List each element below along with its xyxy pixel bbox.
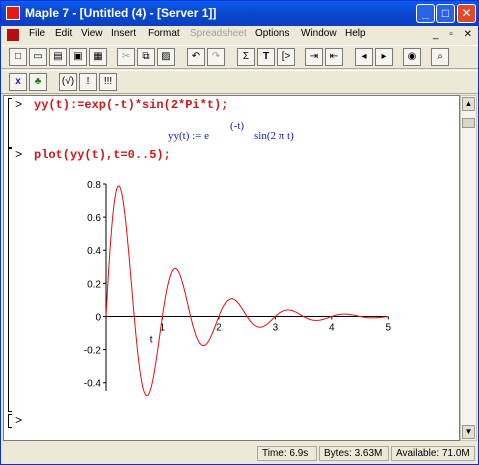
print-icon[interactable]: ▦ [89, 48, 107, 66]
minimize-button[interactable]: _ [416, 4, 435, 23]
text-T-icon[interactable]: T [257, 48, 275, 66]
scroll-thumb[interactable] [462, 118, 475, 128]
insert-region-icon[interactable]: [> [277, 48, 295, 66]
menu-spreadsheet[interactable]: Spreadsheet [190, 28, 247, 39]
group-bracket-1[interactable] [8, 98, 12, 148]
plot-region[interactable]: 0.80.60.40.20-0.2-0.41 2 3 4 5t [64, 176, 394, 396]
open-url-icon[interactable]: ▤ [49, 48, 67, 66]
menu-file[interactable]: File [29, 28, 45, 39]
prompt-1: > [15, 98, 23, 112]
stop-icon[interactable]: ◉ [403, 48, 421, 66]
close-button[interactable]: ✕ [457, 4, 476, 23]
y-tick-label: 0 [95, 312, 101, 323]
menu-window[interactable]: Window [301, 28, 337, 39]
menu-help[interactable]: Help [345, 28, 366, 39]
menu-insert[interactable]: Insert [111, 28, 136, 39]
menu-format[interactable]: Format [148, 28, 180, 39]
y-tick-label: 0.4 [87, 246, 101, 257]
new-icon[interactable]: □ [9, 48, 27, 66]
y-tick-label: 0.6 [87, 213, 101, 224]
open-icon[interactable]: ▭ [29, 48, 47, 66]
menu-bar: File Edit View Insert Format Spreadsheet… [1, 26, 478, 44]
sigma-icon[interactable]: Σ [237, 48, 255, 66]
x-tick-label: 3 [273, 322, 279, 333]
mdi-minimize-icon[interactable]: _ [433, 29, 439, 40]
math-mode-icon[interactable]: x [9, 73, 27, 91]
group-bracket-3[interactable] [8, 414, 12, 428]
back-icon[interactable]: ◂ [355, 48, 373, 66]
prompt-2: > [15, 148, 23, 162]
maple-leaf-icon[interactable]: ♣ [29, 73, 47, 91]
undo-icon[interactable]: ↶ [187, 48, 205, 66]
x-tick-label: 5 [385, 322, 391, 333]
vertical-scrollbar[interactable]: ▲ ▼ [460, 95, 477, 441]
execute-all-icon[interactable]: !!! [99, 73, 117, 91]
mdi-restore-icon[interactable]: ▫ [449, 29, 453, 40]
maximize-button[interactable]: □ [436, 4, 455, 23]
status-bytes: Bytes: 3.63M [319, 446, 389, 461]
zoom-icon[interactable]: ⌕ [431, 48, 449, 66]
status-bar: Time: 6.9s Bytes: 3.63M Available: 71.0M [1, 443, 478, 464]
sqrt-toggle-icon[interactable]: (√) [59, 73, 77, 91]
menu-view[interactable]: View [81, 28, 103, 39]
window-title: Maple 7 - [Untitled (4) - [Server 1]] [25, 6, 217, 20]
x-tick-label: 4 [329, 322, 335, 333]
status-available: Available: 71.0M [391, 446, 475, 461]
y-tick-label: 0.2 [87, 279, 101, 290]
scroll-down-icon[interactable]: ▼ [462, 425, 475, 439]
scroll-up-icon[interactable]: ▲ [462, 97, 475, 111]
copy-icon[interactable]: ⧉ [137, 48, 155, 66]
input-line-1[interactable]: yy(t):=exp(-t)*sin(2*Pi*t); [34, 98, 228, 112]
group-bracket-2[interactable] [8, 148, 12, 412]
output-rhs: sin(2 π t) [254, 130, 294, 142]
cut-icon[interactable]: ✂ [117, 48, 135, 66]
status-time: Time: 6.9s [257, 446, 317, 461]
y-tick-label: -0.2 [84, 346, 102, 357]
main-toolbar: □ ▭ ▤ ▣ ▦ ✂ ⧉ ▨ ↶ ↷ Σ T [> ⇥ ⇤ ◂ ▸ ◉ ⌕ [1, 45, 478, 69]
save-icon[interactable]: ▣ [69, 48, 87, 66]
plot-curve [105, 185, 389, 396]
y-tick-label: 0.8 [87, 180, 101, 191]
output-exponent: (-t) [230, 120, 245, 132]
maple-window: Maple 7 - [Untitled (4) - [Server 1]] _ … [0, 0, 479, 465]
y-tick-label: -0.4 [84, 379, 102, 390]
redo-icon[interactable]: ↷ [207, 48, 225, 66]
title-bar[interactable]: Maple 7 - [Untitled (4) - [Server 1]] _ … [1, 1, 478, 26]
forward-icon[interactable]: ▸ [375, 48, 393, 66]
input-line-2[interactable]: plot(yy(t),t=0..5); [34, 148, 171, 162]
context-toolbar: x ♣ (√) ! !!! [1, 70, 478, 94]
x-tick-label: 2 [216, 322, 222, 333]
maple-app-icon [6, 6, 20, 20]
mdi-window-buttons: _ ▫ ✕ [425, 29, 472, 40]
menu-edit[interactable]: Edit [55, 28, 72, 39]
paste-icon[interactable]: ▨ [157, 48, 175, 66]
document-icon[interactable] [7, 29, 19, 41]
output-lhs: yy(t) := e [168, 130, 210, 142]
worksheet[interactable]: > yy(t):=exp(-t)*sin(2*Pi*t); yy(t) := e… [3, 95, 460, 441]
x-axis-label: t [150, 334, 153, 345]
indent-icon[interactable]: ⇥ [305, 48, 323, 66]
execute-icon[interactable]: ! [79, 73, 97, 91]
menu-options[interactable]: Options [255, 28, 289, 39]
mdi-close-icon[interactable]: ✕ [464, 29, 472, 40]
prompt-3[interactable]: > [15, 414, 22, 428]
outdent-icon[interactable]: ⇤ [325, 48, 343, 66]
